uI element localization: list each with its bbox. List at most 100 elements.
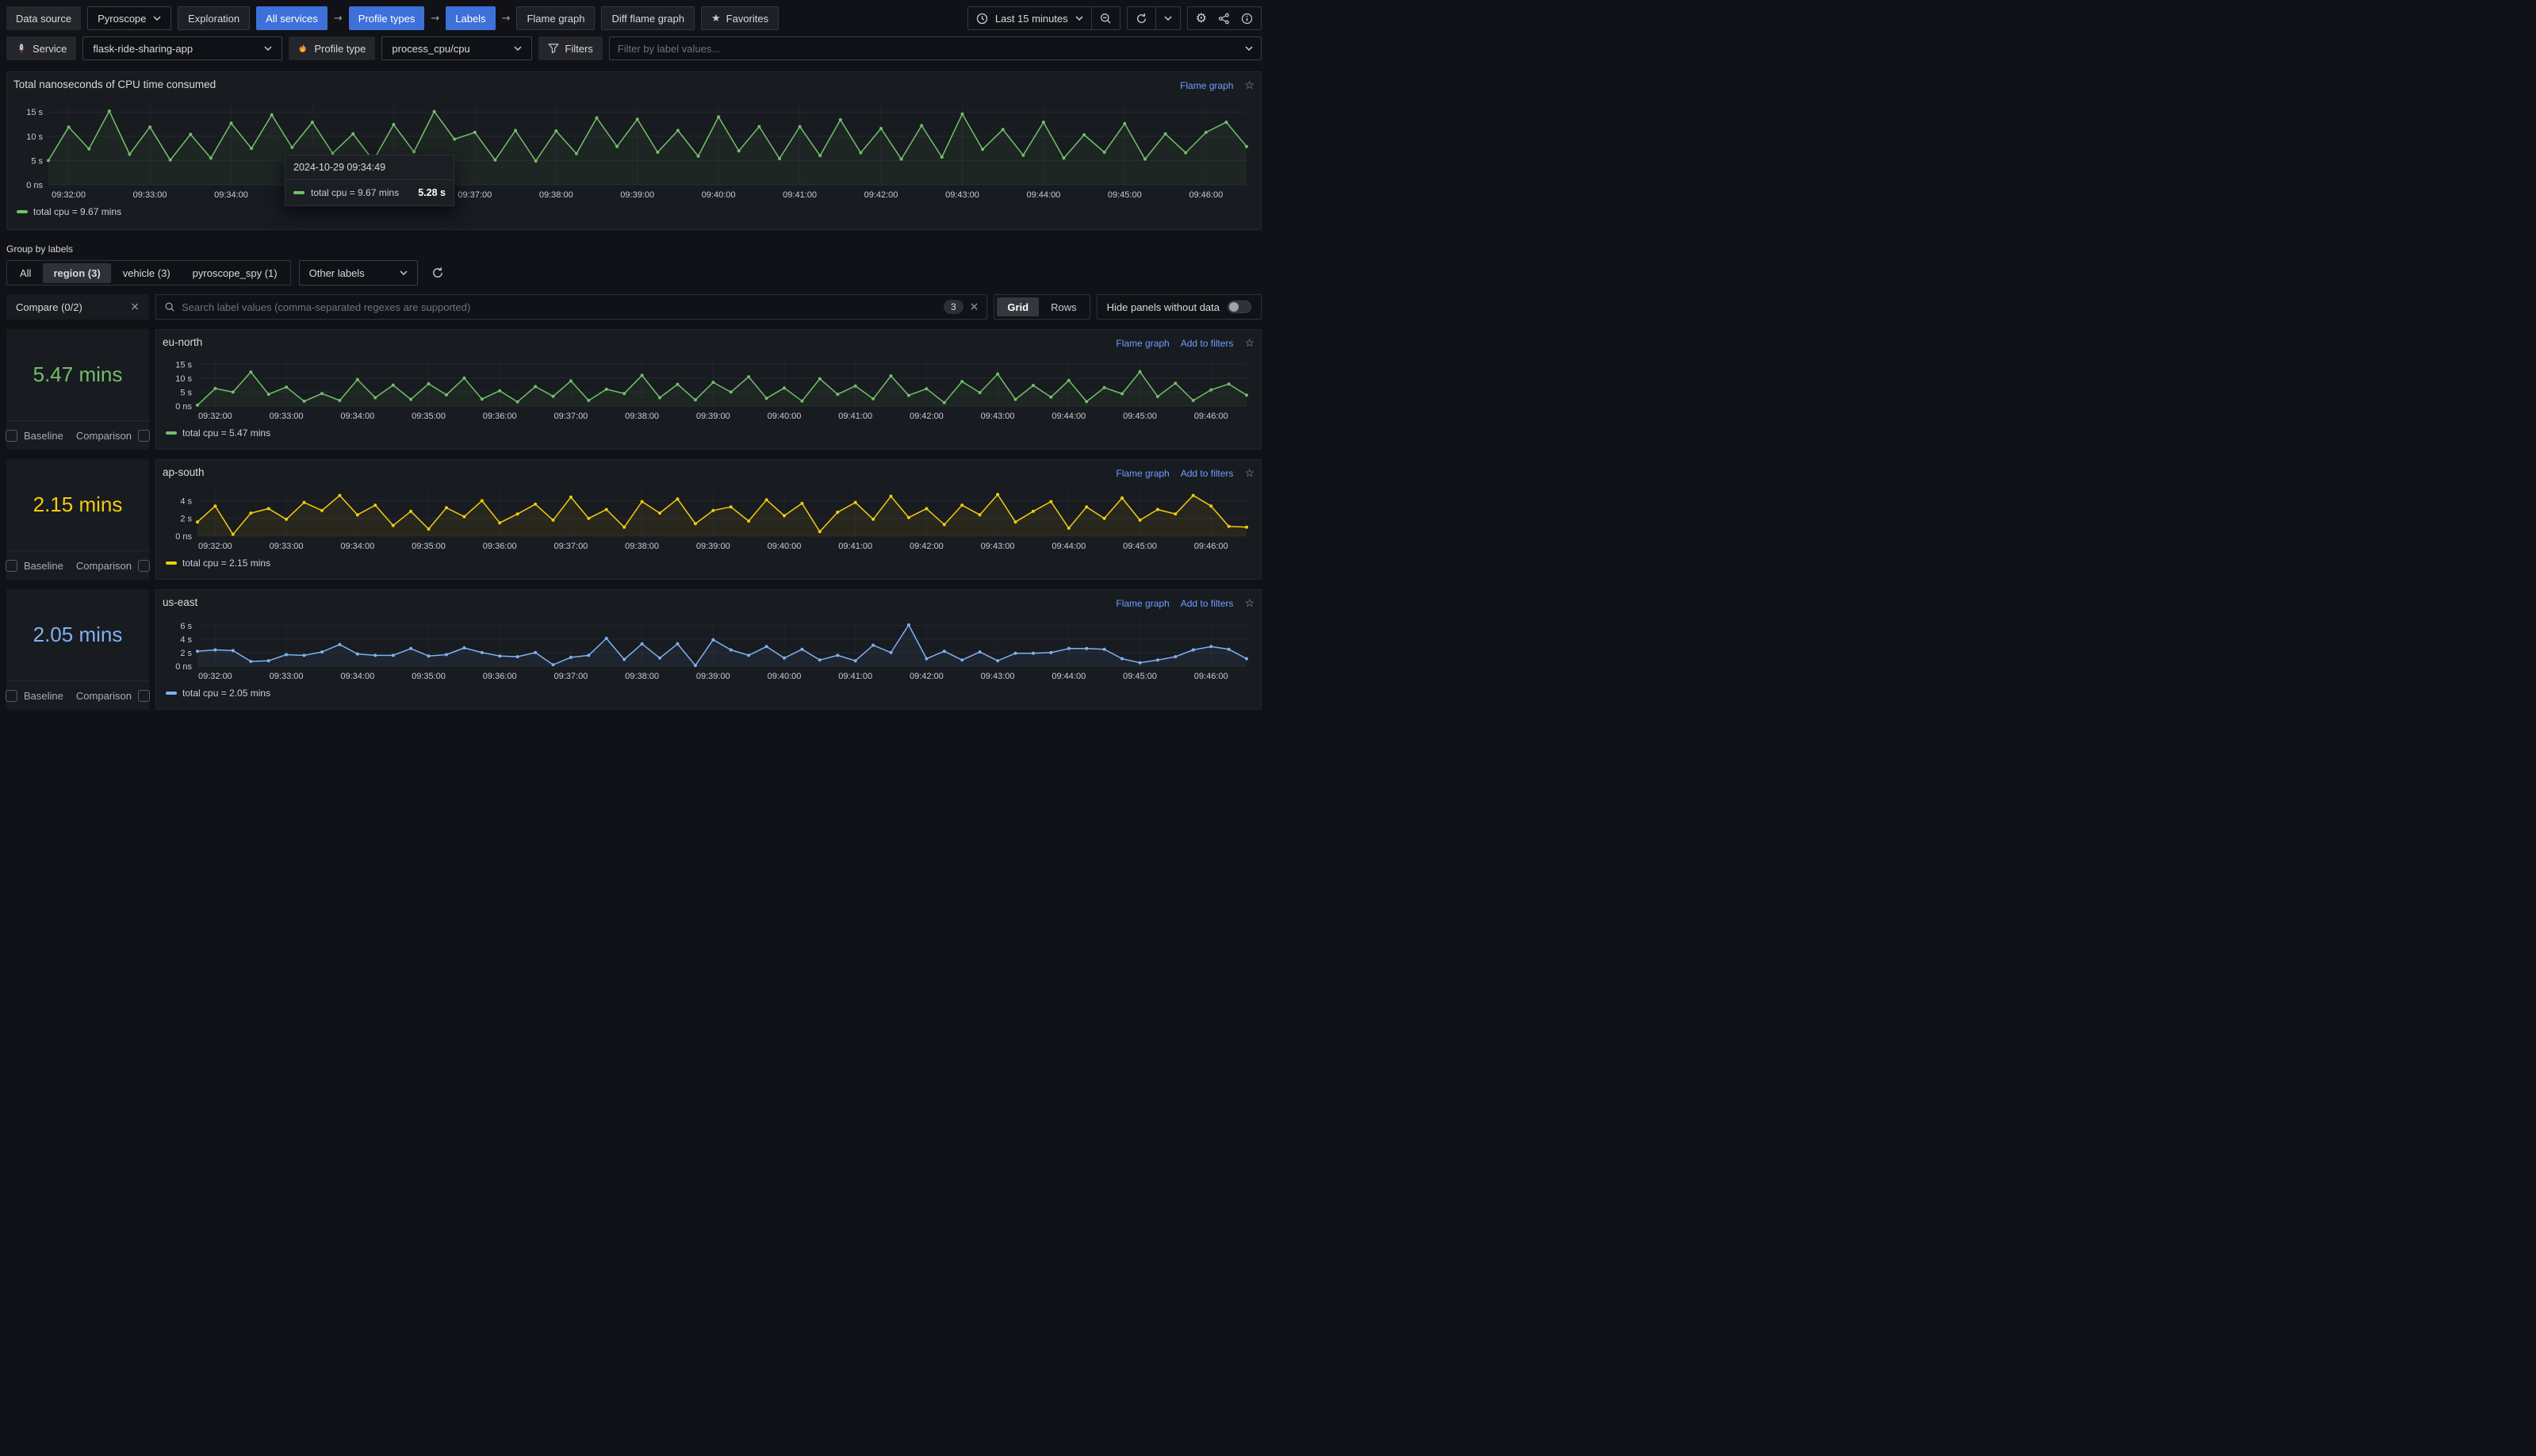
svg-text:09:43:00: 09:43:00 — [981, 542, 1015, 551]
ap-south-legend[interactable]: total cpu = 2.15 mins — [163, 557, 1255, 569]
service-select[interactable]: flask-ride-sharing-app — [82, 36, 282, 60]
star-outline-icon[interactable]: ☆ — [1244, 596, 1255, 610]
legend-label: total cpu = 9.67 mins — [33, 206, 121, 217]
top-nav-bar: Data source Pyroscope Exploration All se… — [0, 0, 1268, 36]
us-east-header: us-east Flame graph Add to filters ☆ — [163, 596, 1255, 615]
clear-search-icon[interactable]: × — [970, 301, 979, 313]
time-range-label: Last 15 minutes — [995, 13, 1068, 25]
gear-icon[interactable]: ⚙ — [1196, 12, 1207, 25]
nav-profile-types-button[interactable]: Profile types — [349, 6, 425, 30]
ap-south-header: ap-south Flame graph Add to filters ☆ — [163, 466, 1255, 485]
layout-grid-option[interactable]: Grid — [997, 297, 1039, 316]
ap-south-panel: ap-south Flame graph Add to filters ☆ 4 … — [155, 459, 1262, 580]
svg-text:0 ns: 0 ns — [175, 662, 192, 672]
nav-diff-flame-graph-button[interactable]: Diff flame graph — [601, 6, 695, 30]
layout-rows-option[interactable]: Rows — [1040, 297, 1087, 316]
chevron-down-icon — [1164, 16, 1172, 21]
tab-region[interactable]: region (3) — [43, 263, 110, 283]
svg-text:09:39:00: 09:39:00 — [696, 672, 730, 681]
exploration-button[interactable]: Exploration — [178, 6, 250, 30]
time-range-button[interactable]: Last 15 minutes — [968, 7, 1091, 29]
svg-text:09:40:00: 09:40:00 — [702, 190, 736, 200]
baseline-checkbox[interactable] — [6, 690, 17, 702]
nav-flame-graph-button[interactable]: Flame graph — [516, 6, 595, 30]
total-cpu-chart[interactable]: 15 s10 s5 s0 ns09:32:0009:33:0009:34:000… — [13, 98, 1255, 204]
legend-label: total cpu = 2.15 mins — [182, 557, 270, 569]
svg-text:6 s: 6 s — [180, 622, 192, 631]
comparison-checkbox[interactable] — [138, 560, 150, 572]
eu-north-legend[interactable]: total cpu = 5.47 mins — [163, 427, 1255, 439]
eu-north-chart[interactable]: 15 s10 s5 s0 ns09:32:0009:33:0009:34:000… — [163, 355, 1255, 425]
flame-graph-link[interactable]: Flame graph — [1116, 468, 1169, 479]
star-outline-icon[interactable]: ☆ — [1244, 466, 1255, 480]
favorites-button[interactable]: ★ Favorites — [701, 6, 779, 30]
svg-text:09:44:00: 09:44:00 — [1026, 190, 1060, 200]
svg-text:09:41:00: 09:41:00 — [783, 190, 817, 200]
total-cpu-legend[interactable]: total cpu = 9.67 mins — [13, 206, 1255, 217]
zoom-out-button[interactable] — [1091, 7, 1120, 29]
chart-tooltip: 2024-10-29 09:34:49 total cpu = 9.67 min… — [285, 155, 454, 206]
close-icon[interactable]: × — [130, 301, 140, 313]
panel-actions: Flame graph Add to filters ☆ — [1116, 336, 1255, 350]
nav-all-services-button[interactable]: All services — [256, 6, 328, 30]
refresh-button[interactable] — [1128, 7, 1155, 29]
svg-text:09:36:00: 09:36:00 — [483, 672, 517, 681]
search-input[interactable] — [182, 301, 937, 313]
compare-button[interactable]: Compare (0/2) × — [6, 294, 149, 320]
legend-label: total cpu = 5.47 mins — [182, 427, 270, 439]
refresh-interval-button[interactable] — [1155, 7, 1180, 29]
label-values-search: 3 × — [155, 294, 987, 320]
svg-text:5 s: 5 s — [31, 156, 43, 166]
hide-panels-label: Hide panels without data — [1107, 301, 1220, 313]
tooltip-swatch — [293, 191, 305, 194]
flame-graph-link[interactable]: Flame graph — [1180, 80, 1233, 91]
chevron-down-icon — [153, 16, 161, 21]
add-to-filters-link[interactable]: Add to filters — [1181, 598, 1234, 609]
label-filter-input[interactable] — [618, 43, 1239, 55]
baseline-checkbox[interactable] — [6, 560, 17, 572]
total-cpu-panel: Total nanoseconds of CPU time consumed F… — [6, 71, 1262, 230]
label-filter-input-wrap — [609, 36, 1262, 60]
legend-label: total cpu = 2.05 mins — [182, 688, 270, 699]
group-by-label: Group by labels — [6, 243, 1262, 255]
add-to-filters-link[interactable]: Add to filters — [1181, 468, 1234, 479]
chevron-down-icon — [514, 46, 522, 51]
arrow-right-icon: → — [502, 13, 511, 25]
chevron-down-icon[interactable] — [1245, 46, 1253, 51]
profile-type-label-chip: Profile type — [289, 36, 375, 60]
svg-text:09:39:00: 09:39:00 — [696, 542, 730, 551]
us-east-legend[interactable]: total cpu = 2.05 mins — [163, 688, 1255, 699]
sync-button[interactable] — [426, 261, 450, 285]
star-outline-icon[interactable]: ☆ — [1244, 336, 1255, 350]
hide-panels-toggle[interactable] — [1228, 301, 1251, 313]
star-outline-icon[interactable]: ☆ — [1244, 79, 1255, 92]
filters-chip[interactable]: Filters — [538, 36, 602, 60]
flame-graph-link[interactable]: Flame graph — [1116, 338, 1169, 349]
compare-card-us-east: 2.05 mins Baseline Comparison — [6, 589, 149, 710]
ap-south-chart[interactable]: 4 s2 s0 ns09:32:0009:33:0009:34:0009:35:… — [163, 485, 1255, 555]
svg-text:09:33:00: 09:33:00 — [270, 672, 304, 681]
tab-pyroscope-spy[interactable]: pyroscope_spy (1) — [182, 263, 288, 283]
zoom-out-icon — [1100, 13, 1112, 25]
legend-swatch — [166, 431, 177, 435]
flame-graph-link[interactable]: Flame graph — [1116, 598, 1169, 609]
svg-text:09:37:00: 09:37:00 — [458, 190, 492, 200]
nav-labels-button[interactable]: Labels — [446, 6, 495, 30]
datasource-select[interactable]: Pyroscope — [87, 6, 171, 30]
comparison-label: Comparison — [76, 690, 132, 702]
tab-all[interactable]: All — [10, 263, 41, 283]
comparison-checkbox[interactable] — [138, 690, 150, 702]
clock-icon — [976, 13, 988, 25]
chevron-down-icon — [400, 270, 408, 275]
info-icon[interactable] — [1241, 13, 1253, 25]
tab-vehicle[interactable]: vehicle (3) — [113, 263, 181, 283]
svg-text:4 s: 4 s — [180, 635, 192, 645]
add-to-filters-link[interactable]: Add to filters — [1181, 338, 1234, 349]
profile-type-select[interactable]: process_cpu/cpu — [381, 36, 532, 60]
comparison-checkbox[interactable] — [138, 430, 150, 442]
other-labels-select[interactable]: Other labels — [299, 260, 418, 285]
baseline-checkbox[interactable] — [6, 430, 17, 442]
us-east-chart[interactable]: 6 s4 s2 s0 ns09:32:0009:33:0009:34:0009:… — [163, 615, 1255, 685]
share-icon[interactable] — [1218, 13, 1230, 25]
legend-swatch — [17, 210, 28, 213]
